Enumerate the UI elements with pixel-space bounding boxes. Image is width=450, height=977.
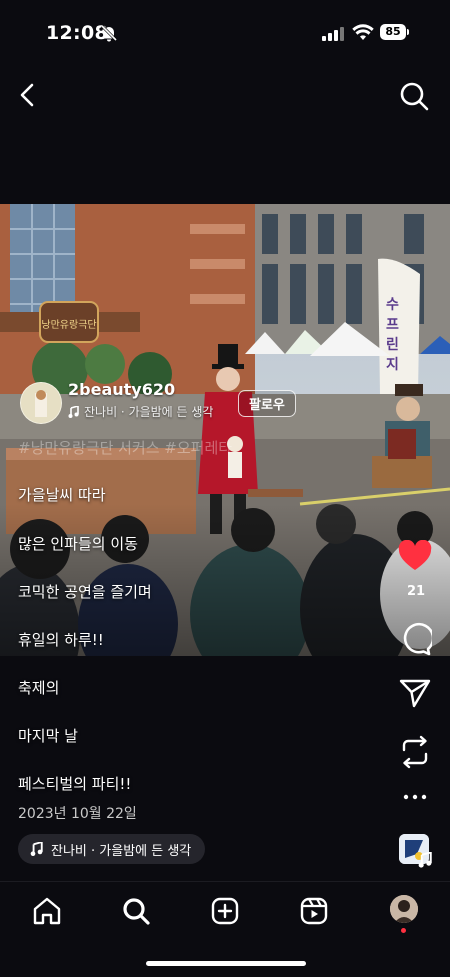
post-music[interactable]: 잔나비 · 가을밤에 든 생각 (68, 403, 213, 420)
back-arrow-icon[interactable] (14, 80, 42, 110)
music-note-icon (30, 842, 43, 856)
post-music-label: 잔나비 · 가을밤에 든 생각 (84, 405, 214, 419)
battery-level: 85 (380, 24, 406, 40)
send-icon[interactable] (399, 678, 431, 708)
svg-text:지: 지 (386, 357, 399, 373)
cellular-signal-icon (322, 27, 344, 41)
status-time: 12:08 (46, 22, 108, 44)
profile-avatar[interactable] (390, 895, 418, 923)
music-pill-label: 잔나비 · 가을밤에 든 생각 (51, 843, 192, 859)
caption-line: 마지막 날 (18, 727, 78, 745)
silent-bell-icon (100, 24, 118, 42)
caption-hashtags[interactable]: #낭만유랑극단 서커스 #오퍼레타 (18, 437, 232, 458)
caption-line: 많은 인파들의 이동 (18, 535, 138, 553)
more-options-icon[interactable] (402, 792, 428, 802)
author-username[interactable]: 2beauty620 (68, 380, 175, 399)
caption-line: 페스티벌의 파티!! (18, 775, 132, 793)
caption-line: 코믹한 공연을 즐기며 (18, 583, 152, 601)
follow-button[interactable]: 팔로우 (238, 390, 296, 417)
post-date: 2023년 10월 22일 (18, 806, 137, 822)
music-pill[interactable]: 잔나비 · 가을밤에 든 생각 (18, 834, 206, 864)
troupe-sign: 낭만유랑극단 (41, 319, 96, 331)
caption-line: 축제의 (18, 679, 60, 697)
home-indicator (146, 961, 306, 966)
reels-icon[interactable] (299, 896, 329, 926)
create-post-icon[interactable] (210, 896, 240, 926)
wifi-icon (352, 24, 374, 40)
svg-text:린: 린 (386, 336, 399, 353)
like-count[interactable]: 21 (405, 584, 427, 599)
svg-text:수: 수 (386, 297, 399, 313)
search-icon[interactable] (121, 896, 151, 926)
heart-icon[interactable] (398, 540, 432, 572)
svg-text:프: 프 (386, 317, 399, 333)
search-icon[interactable] (398, 80, 430, 112)
comment-icon[interactable] (398, 622, 432, 656)
music-note-icon (68, 405, 79, 418)
notification-dot (401, 928, 406, 933)
author-avatar[interactable] (20, 382, 62, 424)
music-note-icon (418, 852, 432, 868)
caption-line: 가을날씨 따라 (18, 486, 106, 504)
battery-tip (407, 29, 409, 35)
home-icon[interactable] (32, 896, 62, 926)
repost-icon[interactable] (398, 734, 432, 770)
caption-line: 휴일의 하루!! (18, 631, 104, 649)
